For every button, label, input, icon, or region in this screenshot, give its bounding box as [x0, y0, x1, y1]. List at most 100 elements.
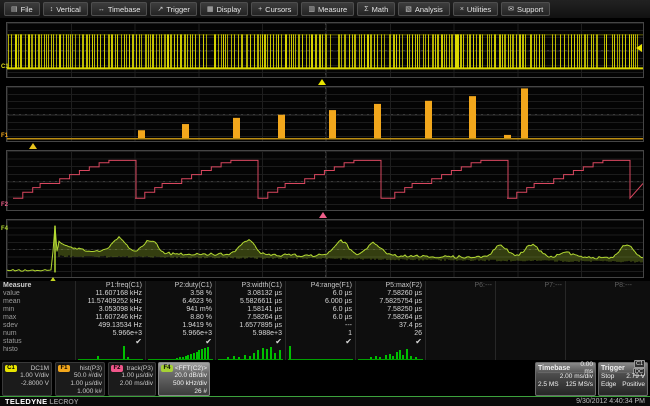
menu-item-timebase[interactable]: ↔Timebase: [91, 2, 148, 16]
measure-col-header-P6[interactable]: P6:---: [426, 281, 495, 290]
menu-item-label: Analysis: [415, 5, 443, 14]
measure-col-header-P4[interactable]: P4:range(F1): [286, 281, 355, 290]
descriptor-f4[interactable]: F4<FFT(C2)>20.0 dB/div500 kHz/div26 #: [158, 362, 210, 396]
c1-pulse: [555, 34, 556, 68]
measure-min-P8: [566, 306, 635, 314]
c1-pulse: [25, 34, 26, 68]
menu-item-vertical[interactable]: ↕Vertical: [43, 2, 88, 16]
c1-pulse: [278, 34, 279, 68]
descriptor-line: 1.00 V/div: [5, 372, 49, 380]
measure-histo-bar: [402, 355, 404, 359]
f1-offset-marker[interactable]: [29, 143, 37, 149]
trigger-position-marker[interactable]: [318, 79, 326, 85]
menu-item-utilities[interactable]: ×Utilities: [453, 2, 498, 16]
channel-badge-c1: C1: [5, 365, 17, 372]
trigger-box[interactable]: Trigger C1DC Stop 2.79 V Edge Positive: [598, 362, 648, 396]
f1-hist-bar: [278, 115, 285, 138]
c1-pulse: [574, 34, 575, 68]
c1-pulse: [79, 34, 80, 68]
timebase-box[interactable]: Timebase 0.00 ms 2.00 ms/div 2.5 MS 125 …: [535, 362, 596, 396]
measure-histo-bar: [389, 354, 391, 359]
c1-pulse: [530, 34, 532, 68]
menu-item-display[interactable]: ▦Display: [200, 2, 248, 16]
measure-min-P7: [496, 306, 565, 314]
measure-col-header-P5[interactable]: P5:max(F2): [356, 281, 425, 290]
measure-max-P5: 7.58264 µs: [356, 314, 425, 322]
measure-col-header-P2[interactable]: P2:duty(C1): [146, 281, 215, 290]
c1-pulse: [199, 34, 200, 68]
c1-pulse: [381, 34, 382, 68]
measure-histo-bar: [406, 349, 408, 359]
measure-row-labels: Measurevaluemeanminmaxsdevnumstatushisto: [0, 281, 75, 360]
c1-pulse: [218, 34, 219, 68]
measure-num-P6: [426, 330, 495, 338]
c1-pulse: [281, 34, 282, 68]
c1-pulse: [325, 34, 327, 68]
measure-histo-baseline: [78, 359, 143, 360]
c1-pulse: [70, 34, 71, 68]
c1-pulse: [221, 34, 222, 68]
c1-pulse: [441, 34, 443, 68]
measure-row-label: value: [0, 290, 75, 298]
measure-histo-bar: [201, 349, 203, 359]
c1-pulse: [469, 34, 471, 68]
c1-pulse: [35, 34, 36, 68]
measure-histo-bar: [385, 355, 387, 359]
measure-sdev-P7: [496, 322, 565, 330]
descriptor-c1[interactable]: C1DC1M1.00 V/div-2.8000 V: [2, 362, 52, 396]
menu-item-support[interactable]: ✉Support: [501, 2, 550, 16]
c1-pulse: [177, 34, 178, 68]
measure-sdev-P2: 1.9419 %: [146, 322, 215, 330]
measure-col-header-P3[interactable]: P3:width(C1): [216, 281, 285, 290]
menu-item-measure[interactable]: ▥Measure: [301, 2, 354, 16]
c1-pulse: [309, 34, 310, 68]
c1-pulse: [338, 34, 340, 68]
c1-pulse: [399, 34, 400, 68]
menu-item-cursors[interactable]: +Cursors: [251, 2, 298, 16]
c1-pulse: [136, 34, 137, 68]
menu-item-label: Math: [372, 5, 389, 14]
c1-pulse: [571, 34, 572, 68]
c1-pulse: [542, 34, 543, 68]
c1-pulse: [482, 34, 483, 68]
measure-histo-bar: [196, 352, 198, 359]
measure-mean-P5: 7.5825754 µs: [356, 298, 425, 306]
c1-pulse: [435, 34, 436, 68]
measure-value-P4: 6.0 µs: [286, 290, 355, 298]
measure-row-label: Measure: [0, 281, 75, 290]
c1-pulse: [150, 34, 151, 68]
measure-col-header-P1[interactable]: P1:freq(C1): [76, 281, 145, 290]
c1-pulse: [273, 34, 274, 68]
c1-pulse: [584, 34, 586, 68]
c1-pulse: [539, 34, 540, 68]
f2-offset-marker[interactable]: [319, 212, 327, 218]
measure-histo-bar: [379, 357, 381, 359]
c1-pulse: [223, 34, 224, 68]
c1-pulse: [579, 34, 580, 68]
measure-status-P5: ✔: [356, 338, 425, 346]
c1-pulse: [132, 34, 134, 68]
c1-pulse: [463, 34, 464, 68]
measure-col-P8: P8:---: [565, 281, 635, 360]
measure-min-P4: 6.0 µs: [286, 306, 355, 314]
menu-item-math[interactable]: ΣMath: [357, 2, 395, 16]
menu-item-file[interactable]: ▤File: [4, 2, 40, 16]
c1-pulse: [214, 34, 216, 68]
c1-pulse: [241, 34, 243, 68]
c1-pulse: [604, 34, 605, 68]
menu-item-trigger[interactable]: ↗Trigger: [150, 2, 196, 16]
descriptor-head: C1DC1M: [5, 364, 49, 372]
measure-num-P2: 5.966e+3: [146, 330, 215, 338]
c1-pulse: [479, 34, 481, 68]
measure-col-header-P7[interactable]: P7:---: [496, 281, 565, 290]
c1-pulse: [614, 34, 615, 68]
descriptor-f1[interactable]: F1hist(P3)50.0 #/div1.00 µs/div1.000 k#: [55, 362, 105, 396]
c1-pulse: [596, 34, 598, 68]
trigger-level-marker[interactable]: [636, 44, 642, 52]
c1-pulse: [306, 34, 307, 68]
menu-item-analysis[interactable]: ▧Analysis: [398, 2, 450, 16]
f1-waveform: [7, 87, 643, 141]
measure-sdev-P4: ---: [286, 322, 355, 330]
measure-col-header-P8[interactable]: P8:---: [566, 281, 635, 290]
descriptor-f2[interactable]: F2track(P3)1.00 µs/div2.00 ms/div: [108, 362, 156, 396]
